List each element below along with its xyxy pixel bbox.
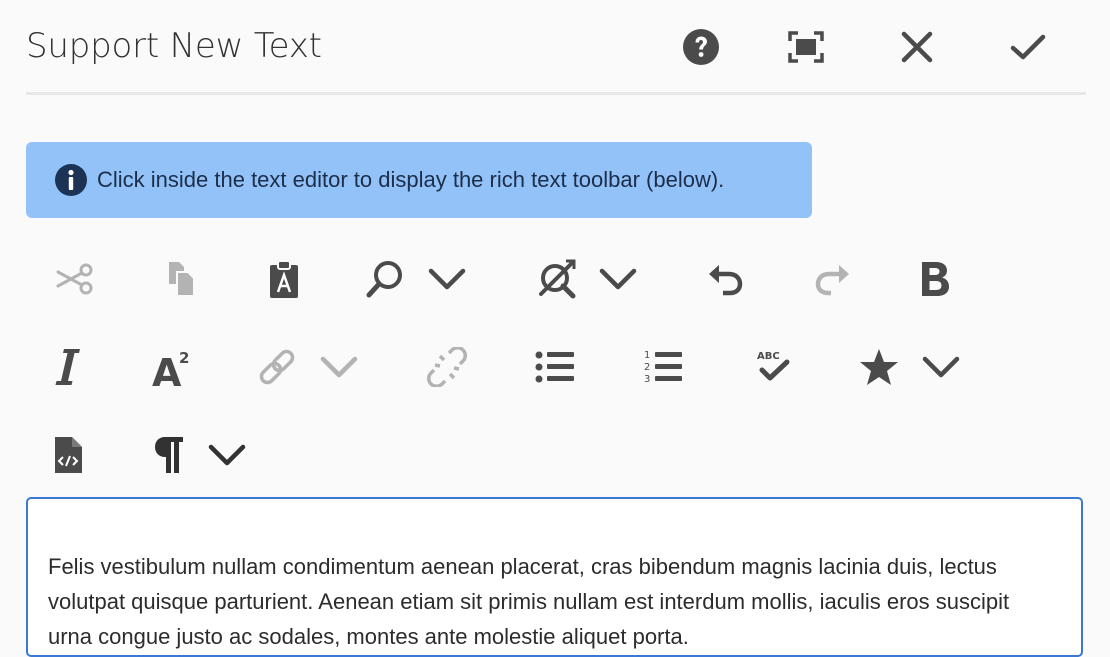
chevron-down-icon xyxy=(599,268,637,290)
search-replace-icon xyxy=(539,259,576,299)
pilcrow-icon xyxy=(155,437,183,473)
cut-button[interactable] xyxy=(52,256,98,302)
undo-button[interactable] xyxy=(702,256,748,302)
info-icon xyxy=(55,164,87,196)
fullscreen-button[interactable] xyxy=(783,24,829,70)
unlink-icon xyxy=(427,347,467,387)
chevron-down-icon xyxy=(922,356,960,378)
header-divider xyxy=(26,92,1086,95)
bullet-list-icon xyxy=(535,351,574,383)
help-icon xyxy=(683,29,719,65)
search-icon xyxy=(366,261,402,298)
copy-icon xyxy=(169,262,195,297)
spellcheck-letters: ABC xyxy=(757,351,780,362)
chevron-down-icon xyxy=(208,444,246,466)
link-icon xyxy=(259,349,295,385)
superscript-icon: A 2 xyxy=(152,349,189,388)
paragraph-format-button[interactable] xyxy=(146,432,192,478)
unlink-button[interactable] xyxy=(424,344,470,390)
checkmark-icon xyxy=(1010,34,1046,60)
find-replace-button[interactable] xyxy=(531,256,581,302)
superscript-base-letter: A xyxy=(152,351,182,388)
numbered-list-icon: 1 2 3 xyxy=(644,350,682,385)
bullet-list-button[interactable] xyxy=(530,344,580,390)
numbered-list-digit: 2 xyxy=(644,362,650,373)
special-char-button[interactable] xyxy=(856,344,902,390)
numbered-list-button[interactable]: 1 2 3 xyxy=(638,344,688,390)
fullscreen-icon xyxy=(788,31,824,63)
dialog-title: Support New Text xyxy=(26,26,322,66)
italic-icon xyxy=(55,349,80,385)
chevron-down-icon xyxy=(320,356,358,378)
numbered-list-digit: 1 xyxy=(644,350,650,361)
paste-text-icon xyxy=(270,260,298,298)
bold-button[interactable] xyxy=(912,256,958,302)
spellcheck-icon: ABC xyxy=(757,351,790,381)
link-dropdown[interactable] xyxy=(316,344,362,390)
find-button[interactable] xyxy=(362,256,408,302)
replace-dropdown[interactable] xyxy=(595,256,641,302)
superscript-button[interactable]: A 2 xyxy=(148,344,194,390)
special-char-dropdown[interactable] xyxy=(918,344,964,390)
info-message: Click inside the text editor to display … xyxy=(97,167,725,192)
redo-button[interactable] xyxy=(810,256,856,302)
undo-icon xyxy=(709,265,743,296)
link-button[interactable] xyxy=(254,344,300,390)
italic-button[interactable] xyxy=(45,344,91,390)
code-file-icon xyxy=(55,437,82,473)
paste-plain-button[interactable] xyxy=(261,256,307,302)
spellcheck-button[interactable]: ABC xyxy=(748,344,798,390)
copy-button[interactable] xyxy=(158,256,204,302)
source-edit-button[interactable] xyxy=(45,432,91,478)
paragraph-dropdown[interactable] xyxy=(204,432,250,478)
numbered-list-digit: 3 xyxy=(644,374,650,385)
info-banner: Click inside the text editor to display … xyxy=(26,142,812,218)
bold-icon xyxy=(922,262,949,296)
chevron-down-icon xyxy=(428,268,466,290)
star-icon xyxy=(860,349,898,385)
find-dropdown[interactable] xyxy=(424,256,470,302)
done-button[interactable] xyxy=(1005,24,1051,70)
redo-icon xyxy=(815,265,849,296)
superscript-exponent: 2 xyxy=(179,349,189,367)
scissors-icon xyxy=(56,263,93,295)
close-icon xyxy=(901,31,933,63)
close-button[interactable] xyxy=(894,24,940,70)
rich-text-editor[interactable]: Felis vestibulum nullam condimentum aene… xyxy=(26,497,1083,657)
editor-content[interactable]: Felis vestibulum nullam condimentum aene… xyxy=(48,549,1048,654)
help-button[interactable] xyxy=(678,24,724,70)
